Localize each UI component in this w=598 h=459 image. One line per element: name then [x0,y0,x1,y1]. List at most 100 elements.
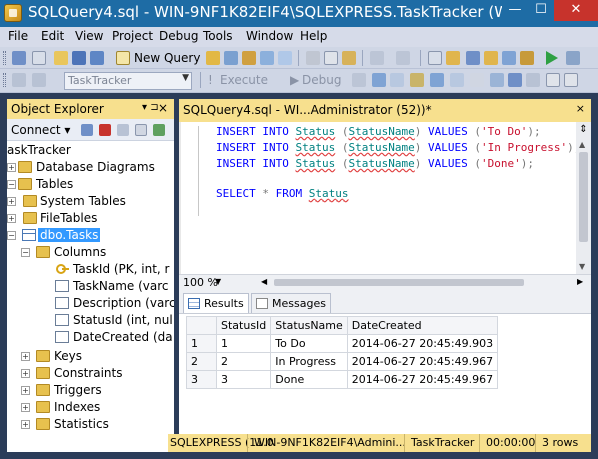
cut-icon[interactable] [306,51,320,65]
solution-explorer-icon[interactable] [466,51,480,65]
filter-icon[interactable] [135,124,147,136]
expand-icon[interactable]: + [21,420,30,429]
row-number[interactable]: 2 [186,352,217,371]
include-plan-icon[interactable] [450,73,464,87]
copy-icon[interactable] [324,51,338,65]
available-databases-combo[interactable]: TaskTracker ▼ [64,72,192,90]
toolbar-grip-icon[interactable] [3,51,6,65]
horizontal-scrollbar-thumb[interactable] [274,279,524,286]
results-to-file-icon[interactable] [526,73,540,87]
start-debugging-icon[interactable] [546,51,558,65]
results-to-text-icon[interactable] [490,73,504,87]
menu-project[interactable]: Project [112,29,153,43]
expand-icon[interactable]: + [7,214,16,223]
collapse-icon[interactable]: − [21,248,30,257]
editor-vertical-scrollbar[interactable]: ⇕ ▲ ▼ [576,122,591,274]
disconnect-icon[interactable] [32,73,46,87]
navigate-icon[interactable] [428,51,442,65]
tree-item-statistics[interactable]: + Statistics [7,416,174,433]
tree-item-system-tables[interactable]: + System Tables [7,193,174,210]
intellisense-icon[interactable] [430,73,444,87]
analysis-query-icon[interactable] [224,51,238,65]
column-header[interactable]: DateCreated [346,316,499,335]
back-icon[interactable] [12,51,26,65]
tree-item-triggers[interactable]: + Triggers [7,382,174,399]
xmla-query-icon[interactable] [278,51,292,65]
maximize-button[interactable]: ☐ [528,0,554,21]
save-icon[interactable] [72,51,86,65]
minimize-button[interactable]: — [502,0,528,21]
parse-icon[interactable] [372,73,386,87]
scroll-left-icon[interactable]: ◀ [261,277,267,286]
close-tab-button[interactable]: × [576,102,585,115]
comment-icon[interactable] [546,73,560,87]
menu-file[interactable]: File [8,29,28,43]
database-engine-query-icon[interactable] [206,51,220,65]
toolbar-options-icon[interactable] [566,51,580,65]
new-query-icon[interactable] [116,51,130,65]
tree-item-constraints[interactable]: + Constraints [7,365,174,382]
tree-item-indexes[interactable]: + Indexes [7,399,174,416]
tree-item-database-diagrams[interactable]: + Database Diagrams [7,159,174,176]
row-number[interactable]: 1 [186,334,217,353]
scroll-right-icon[interactable]: ▶ [577,277,583,286]
debug-button[interactable]: Debug [302,73,341,87]
tree-item-column-datecreated[interactable]: DateCreated (da [7,329,174,346]
close-window-button[interactable]: ✕ [554,0,598,21]
results-to-grid-icon[interactable] [508,73,522,87]
tree-item-columns[interactable]: − Columns [7,244,174,261]
menu-window[interactable]: Window [246,29,293,43]
expand-icon[interactable]: + [21,352,30,361]
expand-icon[interactable]: + [21,386,30,395]
sql-code-editor[interactable]: INSERT INTO Status (StatusName) VALUES (… [179,122,580,274]
toolbox-icon[interactable] [520,51,534,65]
dmx-query-icon[interactable] [260,51,274,65]
toolbar-grip-icon[interactable] [3,73,6,87]
uncomment-icon[interactable] [564,73,578,87]
grid-cell[interactable]: 2 [215,352,272,371]
grid-cell[interactable]: 1 [215,334,272,353]
column-header[interactable]: StatusId [215,316,272,335]
zoom-level[interactable]: 100 % [183,276,218,289]
query-designer-icon[interactable] [410,73,424,87]
grid-cell[interactable]: 2014-06-27 20:45:49.967 [346,370,499,389]
scrollbar-thumb[interactable] [579,152,588,242]
column-header[interactable]: StatusName [270,316,348,335]
tree-item-keys[interactable]: + Keys [7,348,174,365]
expand-icon[interactable]: + [7,163,16,172]
connect-button[interactable]: Connect ▾ [11,123,70,137]
grid-cell[interactable]: Done [270,370,348,389]
grid-corner-cell[interactable] [186,316,217,335]
grid-cell[interactable]: To Do [270,334,348,353]
open-file-icon[interactable] [54,51,68,65]
connect-server-icon[interactable] [81,124,93,136]
find-icon[interactable] [446,51,460,65]
pin-icon[interactable]: ▾ ⊐ [142,102,159,113]
document-tab[interactable]: SQLQuery4.sql - WI...Administrator (52))… [179,99,591,122]
menu-view[interactable]: View [75,29,103,43]
execute-button[interactable]: Execute [220,73,268,87]
tree-item-database[interactable]: askTracker [7,142,174,159]
tree-item-filetables[interactable]: + FileTables [7,210,174,227]
tree-item-column-taskid[interactable]: TaskId (PK, int, r [7,261,174,278]
menu-edit[interactable]: Edit [41,29,64,43]
grid-cell[interactable]: 3 [215,370,272,389]
scroll-up-icon[interactable]: ▲ [579,140,585,149]
client-statistics-icon[interactable] [470,73,484,87]
save-all-icon[interactable] [90,51,104,65]
menu-tools[interactable]: Tools [203,29,233,43]
disconnect-server-icon[interactable] [99,124,111,136]
expand-icon[interactable]: + [21,369,30,378]
grid-cell[interactable]: 2014-06-27 20:45:49.903 [346,334,499,353]
paste-icon[interactable] [342,51,356,65]
tree-item-dbo-tasks[interactable]: − dbo.Tasks [7,227,174,244]
grid-cell[interactable]: In Progress [270,352,348,371]
new-query-button[interactable]: New Query [134,51,200,65]
tab-messages[interactable]: Messages [251,293,331,313]
collapse-icon[interactable]: − [7,231,16,240]
tree-item-tables[interactable]: − Tables [7,176,174,193]
expand-icon[interactable]: + [21,403,30,412]
refresh-icon[interactable] [153,124,165,136]
tree-item-column-statusid[interactable]: StatusId (int, nul [7,312,174,329]
connect-icon[interactable] [12,73,26,87]
